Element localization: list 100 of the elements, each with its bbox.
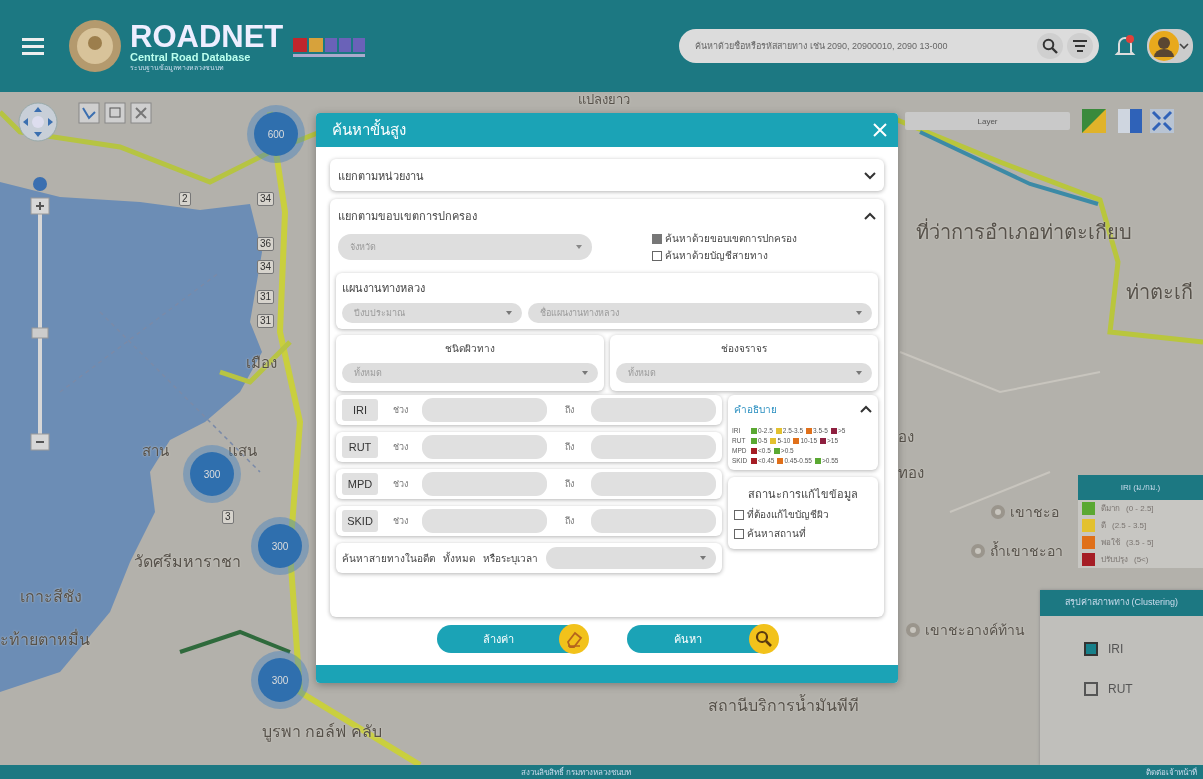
range-to-field[interactable] xyxy=(591,435,716,459)
select-placeholder: ปีงบประมาณ xyxy=(354,307,405,320)
menu-icon[interactable] xyxy=(22,37,44,55)
range-from-field[interactable] xyxy=(422,509,547,533)
legend-range: (2.5 - 3.5] xyxy=(1112,521,1147,530)
range-from-field[interactable] xyxy=(422,472,547,496)
checkbox-label: ค้นหาด้วยขอบเขตการปกครอง xyxy=(665,232,797,246)
map-label: สถานีบริการน้ำมันพีที xyxy=(708,696,859,716)
place-pin-icon xyxy=(905,622,921,639)
legend-label: ดี xyxy=(1101,520,1106,532)
panel-title: ชนิดผิวทาง xyxy=(444,342,496,356)
map-label: เกาะสีชัง xyxy=(20,587,82,607)
range-label: ช่วง xyxy=(391,404,409,417)
province-select[interactable]: จังหวัด xyxy=(338,234,592,260)
range-label: ถึง xyxy=(563,478,575,491)
route-shield: 34 xyxy=(257,192,275,206)
zoom-box-icon[interactable] xyxy=(104,102,126,124)
map-label: ท่าตะเกี xyxy=(1126,280,1193,304)
close-icon[interactable] xyxy=(130,102,152,124)
select-placeholder: ทั้งหมด xyxy=(354,366,382,380)
legend-title[interactable]: คำอธิบาย xyxy=(734,401,777,417)
plan-select[interactable]: ปีงบประมาณ xyxy=(342,303,522,323)
route-shield: 2 xyxy=(179,192,191,206)
caret-icon xyxy=(856,371,862,375)
metric-label: IRI xyxy=(342,399,378,421)
footer-link[interactable]: ติดต่อเจ้าหน้าที่ xyxy=(1146,765,1197,779)
legend-label: พอใช้ xyxy=(1101,537,1120,549)
range-from-field[interactable] xyxy=(422,398,547,422)
search-button[interactable] xyxy=(1037,33,1063,59)
select-placeholder: ทั้งหมด xyxy=(628,366,656,380)
map-label: ทอง xyxy=(898,464,924,482)
checkbox[interactable] xyxy=(734,528,744,539)
range-label: ช่วง xyxy=(391,441,409,454)
route-shield: 3 xyxy=(222,510,234,524)
checkbox[interactable] xyxy=(1084,681,1098,696)
select-placeholder: จังหวัด xyxy=(350,241,376,254)
chevron-up-icon[interactable] xyxy=(864,212,876,220)
clear-button[interactable]: ล้างค่า xyxy=(437,625,587,653)
pan-control-icon[interactable] xyxy=(18,102,58,142)
chevron-down-icon xyxy=(1179,42,1189,50)
filter-select[interactable]: ทั้งหมด xyxy=(616,363,872,383)
checkbox-label: ที่ต้องแก้ไขบัญชีผิว xyxy=(747,507,829,522)
eraser-icon xyxy=(565,630,583,648)
range-from-field[interactable] xyxy=(422,435,547,459)
place-pin-icon xyxy=(990,504,1006,521)
range-label: ถึง xyxy=(563,404,575,417)
chevron-up-icon[interactable] xyxy=(860,405,872,413)
close-icon xyxy=(872,122,888,138)
fullscreen-icon[interactable] xyxy=(1150,109,1174,133)
user-menu[interactable] xyxy=(1147,29,1193,63)
legend-range: (3.5 - 5] xyxy=(1126,538,1154,547)
cluster-marker[interactable]: 300 xyxy=(258,524,302,568)
history-label: ค้นหาสายทางในอดีต xyxy=(342,551,435,566)
section-title: แยกตามหน่วยงาน xyxy=(338,169,424,184)
cluster-marker[interactable]: 600 xyxy=(254,112,298,156)
option-label: IRI xyxy=(1108,641,1124,656)
place-pin-icon xyxy=(970,543,986,560)
cluster-marker[interactable]: 300 xyxy=(258,658,302,702)
map-label: แปลงยาว xyxy=(578,92,630,108)
search-input[interactable]: ค้นหาด้วยชื่อหรือรหัสสายทาง เช่น 2090, 20900010, 2090 13-000 xyxy=(693,40,1033,52)
cluster-marker[interactable]: 300 xyxy=(190,452,234,496)
search-field[interactable]: ค้นหาด้วยชื่อหรือรหัสสายทาง เช่น 2090, 20900010, 2090 13-000 xyxy=(679,29,1099,63)
map-label: ถ้ำเขาชะอา xyxy=(990,543,1063,560)
panel-title: ช่องจราจร xyxy=(720,342,768,356)
metric-label: RUT xyxy=(342,436,378,458)
close-button[interactable] xyxy=(872,122,888,138)
checkbox-label: ค้นหาสถานที่ xyxy=(747,526,806,541)
range-to-field[interactable] xyxy=(591,509,716,533)
select-placeholder: ชื่อแผนงานทางหลวง xyxy=(540,306,619,320)
checkbox[interactable] xyxy=(1084,641,1098,656)
search-icon xyxy=(1042,38,1058,54)
option-label[interactable]: ทั้งหมด xyxy=(443,550,475,566)
search-icon xyxy=(755,630,773,648)
legend-range: (5<) xyxy=(1134,555,1149,564)
brand-title: ROADNET xyxy=(130,21,284,52)
checkbox[interactable] xyxy=(652,250,662,261)
layer-select[interactable]: Layer xyxy=(905,112,1070,130)
filter-select[interactable]: ทั้งหมด xyxy=(342,363,598,383)
option-label[interactable]: หรือระบุเวลา xyxy=(483,550,538,566)
map-label: อง xyxy=(898,428,914,446)
checkbox[interactable] xyxy=(734,509,744,520)
filter-button[interactable] xyxy=(1067,33,1093,59)
dialog-title: ค้นหาขั้นสูง xyxy=(332,118,406,141)
map-label: ะท้ายตาหมื่น xyxy=(0,630,90,650)
layers-icon[interactable] xyxy=(1082,109,1106,133)
panel-title: สถานะการแก้ไขข้อมูล xyxy=(747,487,859,503)
caret-icon xyxy=(582,371,588,375)
search-button[interactable]: ค้นหา xyxy=(627,625,777,653)
route-shield: 36 xyxy=(257,237,275,251)
chevron-down-icon[interactable] xyxy=(864,172,876,180)
range-to-field[interactable] xyxy=(591,398,716,422)
section-title: แยกตามขอบเขตการปกครอง xyxy=(338,209,477,224)
panel-icon[interactable] xyxy=(1118,109,1142,133)
legend-title: IRI (ม./กม.) xyxy=(1078,475,1203,500)
legend-label: ดีมาก xyxy=(1101,503,1120,515)
plan-select[interactable]: ชื่อแผนงานทางหลวง xyxy=(528,303,872,323)
legend-range: (0 - 2.5] xyxy=(1126,504,1154,513)
checkbox[interactable] xyxy=(652,233,662,244)
brand-subtitle: Central Road Database xyxy=(130,52,252,63)
range-to-field[interactable] xyxy=(591,472,716,496)
